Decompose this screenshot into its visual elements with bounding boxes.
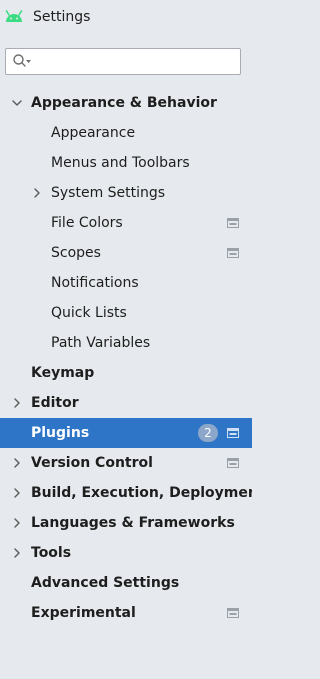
- tree-item-label: File Colors: [51, 215, 123, 231]
- tree-item-version-control[interactable]: Version Control: [0, 448, 252, 478]
- tree-item-advanced-settings[interactable]: Advanced Settings: [0, 568, 252, 598]
- tree-item-experimental[interactable]: Experimental: [0, 598, 252, 628]
- project-settings-icon: [227, 248, 239, 258]
- tree-item-label: Experimental: [31, 605, 136, 621]
- tree-item-label: Quick Lists: [51, 305, 127, 321]
- tree-item-label: Appearance & Behavior: [31, 95, 217, 111]
- project-settings-icon: [227, 218, 239, 228]
- tree-item-label: Path Variables: [51, 335, 151, 351]
- tree-item-file-colors[interactable]: File Colors: [0, 208, 252, 238]
- chevron-right-icon[interactable]: [31, 187, 43, 199]
- tree-item-scopes[interactable]: Scopes: [0, 238, 252, 268]
- window-title: Settings: [33, 9, 91, 25]
- tree-item-label: System Settings: [51, 185, 166, 201]
- tree-item-label: Keymap: [31, 365, 95, 381]
- search-input[interactable]: [34, 51, 234, 71]
- tree-item-plugins[interactable]: Plugins 2: [0, 418, 252, 448]
- title-bar: Settings: [0, 0, 252, 36]
- tree-item-label: Build, Execution, Deployment: [31, 485, 252, 501]
- tree-item-editor[interactable]: Editor: [0, 388, 252, 418]
- project-settings-icon: [227, 608, 239, 618]
- settings-tree: Appearance & Behavior Appearance Menus and…: [0, 88, 252, 628]
- tree-item-label: Menus and Toolbars: [51, 155, 190, 171]
- tree-item-system-settings[interactable]: System Settings: [0, 178, 252, 208]
- project-settings-icon: [227, 428, 239, 438]
- search-field[interactable]: [5, 48, 241, 75]
- tree-item-label: Tools: [31, 545, 72, 561]
- tree-item-menus-and-toolbars[interactable]: Menus and Toolbars: [0, 148, 252, 178]
- tree-item-build-execution-deployment[interactable]: Build, Execution, Deployment: [0, 478, 252, 508]
- tree-item-label: Plugins: [31, 425, 90, 441]
- tree-item-appearance-and-behavior[interactable]: Appearance & Behavior: [0, 88, 252, 118]
- chevron-right-icon[interactable]: [11, 487, 23, 499]
- android-icon: [5, 10, 23, 22]
- chevron-right-icon[interactable]: [11, 517, 23, 529]
- tree-item-appearance[interactable]: Appearance: [0, 118, 252, 148]
- tree-item-label: Advanced Settings: [31, 575, 180, 591]
- tree-item-notifications[interactable]: Notifications: [0, 268, 252, 298]
- search-icon[interactable]: [12, 53, 32, 69]
- chevron-right-icon[interactable]: [11, 457, 23, 469]
- tree-item-keymap[interactable]: Keymap: [0, 358, 252, 388]
- tree-item-label: Scopes: [51, 245, 101, 261]
- tree-item-tools[interactable]: Tools: [0, 538, 252, 568]
- chevron-right-icon[interactable]: [11, 547, 23, 559]
- update-count-badge: 2: [198, 424, 218, 442]
- tree-item-languages-and-frameworks[interactable]: Languages & Frameworks: [0, 508, 252, 538]
- tree-item-path-variables[interactable]: Path Variables: [0, 328, 252, 358]
- tree-item-label: Notifications: [51, 275, 139, 291]
- tree-item-label: Version Control: [31, 455, 153, 471]
- chevron-right-icon[interactable]: [11, 397, 23, 409]
- tree-item-label: Languages & Frameworks: [31, 515, 235, 531]
- tree-item-quick-lists[interactable]: Quick Lists: [0, 298, 252, 328]
- tree-item-label: Appearance: [51, 125, 136, 141]
- project-settings-icon: [227, 458, 239, 468]
- tree-item-label: Editor: [31, 395, 79, 411]
- chevron-down-icon[interactable]: [11, 97, 23, 109]
- settings-window: Settings Appearance & Behavior Appearance…: [0, 0, 252, 679]
